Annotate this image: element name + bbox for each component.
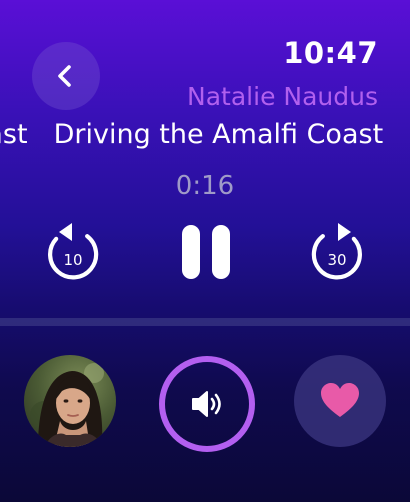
chevron-left-icon (58, 65, 71, 87)
rewind-seconds-label: 10 (63, 251, 83, 269)
heart-icon (321, 383, 359, 417)
divider (0, 318, 410, 326)
narrator-avatar[interactable] (24, 355, 116, 447)
forward-button[interactable]: 30 (306, 222, 368, 284)
forward-seconds-label: 30 (327, 251, 347, 269)
avatar-image (24, 355, 116, 447)
back-button[interactable] (32, 42, 100, 110)
rewind-button[interactable]: 10 (42, 222, 104, 284)
volume-button[interactable] (159, 356, 255, 452)
pause-button[interactable] (178, 225, 234, 279)
elapsed-time: 0:16 (175, 171, 235, 201)
artist-name: Natalie Naudus (187, 82, 378, 111)
now-playing-screen: 10:47 Natalie Naudus Driving the Amalfi … (0, 0, 410, 502)
track-title-marquee: Driving the Amalfi Coast Driving the Amal… (0, 119, 410, 159)
favorite-button[interactable] (294, 355, 386, 447)
speaker-icon (192, 391, 221, 417)
track-title: Driving the Amalfi Coast (0, 119, 28, 150)
pause-icon-bar-2 (212, 225, 230, 279)
track-title-repeat: Driving the Amalfi Coast (53, 119, 384, 150)
clock-time: 10:47 (283, 36, 378, 70)
pause-icon (182, 225, 200, 279)
